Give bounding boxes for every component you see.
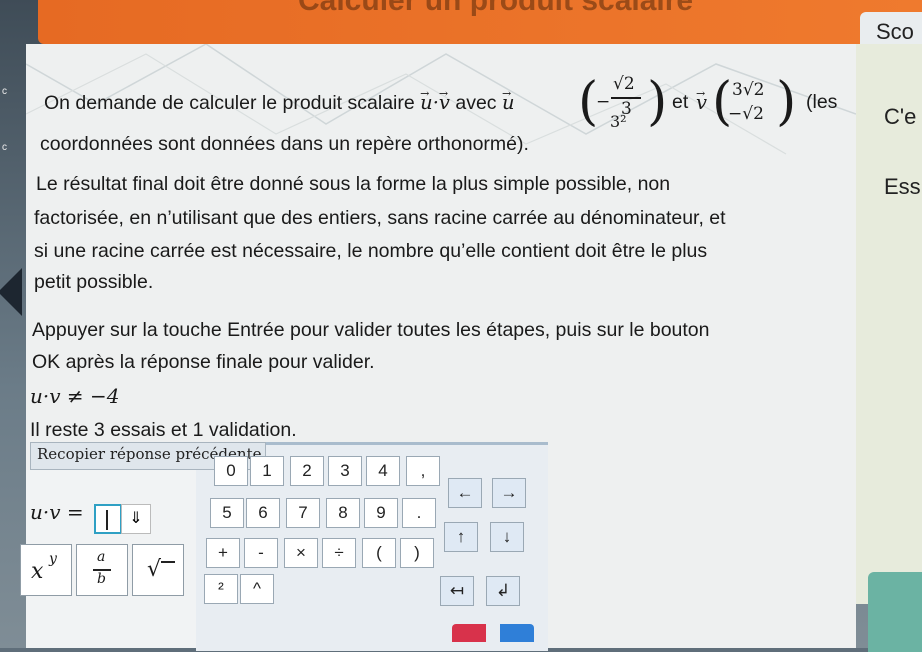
instruction-line: Appuyer sur la touche Entrée pour valide…: [32, 319, 710, 341]
undo-icon[interactable]: [452, 624, 486, 642]
up-arrow-key[interactable]: ↑: [444, 522, 478, 552]
question-line-1: On demande de calculer le produit scalai…: [44, 81, 515, 116]
key-1[interactable]: 1: [250, 456, 284, 486]
answer-label: u·v =: [30, 500, 84, 524]
answer-input[interactable]: [94, 504, 122, 534]
right-arrow-key[interactable]: →: [492, 478, 526, 508]
key-dot[interactable]: .: [402, 498, 436, 528]
key-4[interactable]: 4: [366, 456, 400, 486]
down-arrow-key[interactable]: ↓: [490, 522, 524, 552]
key-0[interactable]: 0: [214, 456, 248, 486]
instruction-line: factorisée, en n’utilisant que des entie…: [34, 207, 726, 229]
sqrt-key[interactable]: √: [132, 544, 184, 596]
key-times[interactable]: ×: [284, 538, 318, 568]
fraction-key[interactable]: a b: [76, 544, 128, 596]
key-square[interactable]: ²: [204, 574, 238, 604]
question-line-2: coordonnées sont données dans un repère …: [40, 133, 529, 155]
key-3[interactable]: 3: [328, 456, 362, 486]
copy-previous-button[interactable]: ⇓: [121, 504, 151, 534]
key-plus[interactable]: +: [206, 538, 240, 568]
previous-arrow-icon[interactable]: [0, 268, 22, 316]
power-key[interactable]: x y: [20, 544, 72, 596]
instruction-line: OK après la réponse finale pour valider.: [32, 351, 375, 373]
previous-answer: u·v ≠ −4: [30, 384, 120, 408]
key-comma[interactable]: ,: [406, 456, 440, 486]
instruction-line: si une racine carrée est nécessaire, le …: [34, 240, 708, 262]
left-arrow-key[interactable]: ←: [448, 478, 482, 508]
key-2[interactable]: 2: [290, 456, 324, 486]
instruction-line: Le résultat final doit être donné sous l…: [36, 173, 671, 195]
key-close-paren[interactable]: ): [400, 538, 434, 568]
redo-icon[interactable]: [500, 624, 534, 642]
key-5[interactable]: 5: [210, 498, 244, 528]
key-caret[interactable]: ^: [240, 574, 274, 604]
key-7[interactable]: 7: [286, 498, 320, 528]
title-bar: Calculer un produit scalaire: [38, 0, 922, 44]
key-divide[interactable]: ÷: [322, 538, 356, 568]
key-9[interactable]: 9: [364, 498, 398, 528]
page-title: Calculer un produit scalaire: [298, 0, 694, 17]
key-8[interactable]: 8: [326, 498, 360, 528]
key-6[interactable]: 6: [246, 498, 280, 528]
side-label-2: Ess: [884, 174, 921, 199]
key-minus[interactable]: -: [244, 538, 278, 568]
instruction-line: petit possible.: [34, 271, 154, 293]
key-open-paren[interactable]: (: [362, 538, 396, 568]
side-label-1: C'e: [884, 104, 917, 129]
side-teal-block: [868, 572, 922, 652]
backspace-key[interactable]: ↤: [440, 576, 474, 606]
remaining-attempts: Il reste 3 essais et 1 validation.: [30, 419, 297, 441]
enter-key[interactable]: ↲: [486, 576, 520, 606]
